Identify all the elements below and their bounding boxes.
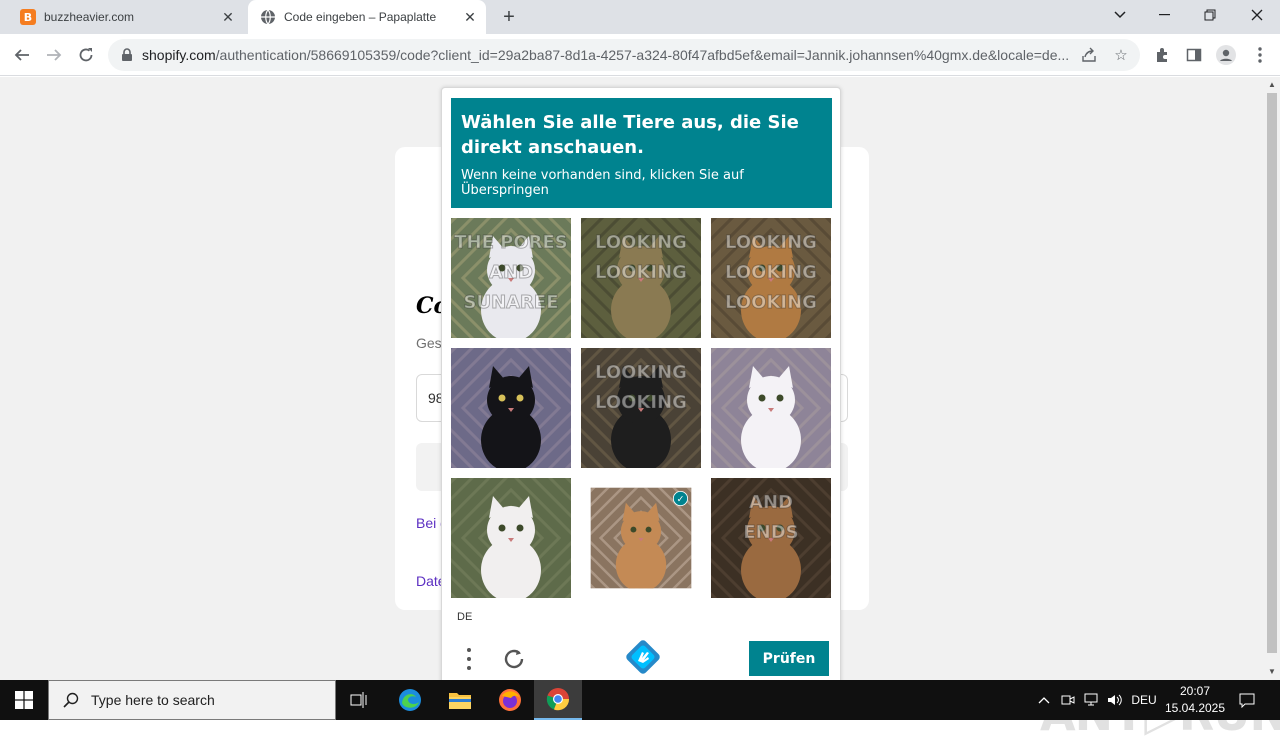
kebab-menu-icon[interactable]: [1250, 45, 1270, 65]
tile-overlay-text: LOOKING: [595, 232, 687, 253]
scroll-down-icon[interactable]: ▼: [1267, 667, 1277, 677]
close-icon[interactable]: ✕: [460, 7, 480, 27]
selected-check-icon: ✓: [672, 490, 689, 507]
network-icon[interactable]: [1082, 680, 1102, 720]
tab-title: buzzheavier.com: [44, 10, 135, 24]
search-placeholder: Type here to search: [91, 692, 215, 708]
tile-overlay-text: LOOKING: [725, 292, 817, 313]
tray-overflow-chevron-icon[interactable]: [1034, 680, 1054, 720]
scroll-thumb[interactable]: [1267, 93, 1277, 653]
clock-date: 15.04.2025: [1164, 701, 1226, 715]
tab-search-chevron-icon[interactable]: [1098, 0, 1142, 30]
firefox-icon[interactable]: [486, 680, 534, 720]
captcha-language[interactable]: DE: [457, 611, 472, 623]
url-text: shopify.com/authentication/58669105359/c…: [142, 47, 1070, 63]
captcha-tile-4[interactable]: [451, 348, 571, 468]
chrome-icon[interactable]: [534, 680, 582, 720]
meet-now-icon[interactable]: [1058, 680, 1078, 720]
tile-overlay-text: SUNAREE: [463, 292, 558, 313]
captcha-tile-3[interactable]: LOOKING LOOKING LOOKING: [711, 218, 831, 338]
page-subtitle: Ges: [416, 335, 442, 351]
tile-overlay-text: LOOKING: [595, 262, 687, 283]
profile-avatar-icon[interactable]: [1216, 45, 1236, 65]
search-icon: [63, 692, 79, 708]
share-icon[interactable]: [1080, 46, 1098, 64]
captcha-challenge: Wählen Sie alle Tiere aus, die Sie direk…: [441, 87, 841, 687]
close-icon[interactable]: ✕: [218, 7, 238, 27]
tile-overlay-text: LOOKING: [725, 232, 817, 253]
cat-image: [451, 478, 571, 598]
captcha-menu-icon[interactable]: [460, 645, 478, 673]
bookmark-star-icon[interactable]: ☆: [1112, 46, 1130, 64]
clock-time: 20:07: [1179, 684, 1211, 698]
windows-taskbar: Type here to search DEU 20:07 15.04.2025: [0, 680, 1280, 720]
captcha-prompt-title: Wählen Sie alle Tiere aus, die Sie direk…: [461, 112, 799, 158]
hcaptcha-logo-icon: [626, 640, 660, 674]
tile-overlay-text: AND: [749, 492, 793, 513]
forward-icon[interactable]: [40, 41, 68, 69]
buzzheavier-favicon-icon: B: [20, 9, 36, 25]
address-bar[interactable]: shopify.com/authentication/58669105359/c…: [108, 39, 1140, 71]
window-close-icon[interactable]: [1235, 0, 1279, 30]
cat-image: [451, 348, 571, 468]
extensions-icon[interactable]: [1152, 45, 1172, 65]
tab-code-eingeben[interactable]: Code eingeben – Papaplatte ✕: [248, 0, 486, 34]
cat-image: AND ENDS: [711, 478, 831, 598]
page-scrollbar[interactable]: ▲ ▼: [1264, 77, 1280, 680]
windows-start-icon[interactable]: [0, 680, 48, 720]
cat-image: THE PORES AND SUNAREE: [451, 218, 571, 338]
captcha-tile-8[interactable]: ✓: [590, 487, 692, 589]
task-view-icon[interactable]: [336, 680, 384, 720]
captcha-tile-6[interactable]: [711, 348, 831, 468]
captcha-tile-1[interactable]: THE PORES AND SUNAREE: [451, 218, 571, 338]
volume-icon[interactable]: [1104, 680, 1126, 720]
captcha-tile-9[interactable]: AND ENDS: [711, 478, 831, 598]
minimize-icon[interactable]: [1142, 0, 1186, 30]
tile-overlay-text: LOOKING: [595, 392, 687, 413]
side-panel-icon[interactable]: [1184, 45, 1204, 65]
cat-image: LOOKING LOOKING LOOKING: [711, 218, 831, 338]
cat-image: LOOKING LOOKING: [581, 348, 701, 468]
browser-toolbar: shopify.com/authentication/58669105359/c…: [0, 34, 1280, 76]
captcha-prompt: Wählen Sie alle Tiere aus, die Sie direk…: [451, 98, 832, 208]
tile-overlay-text: AND: [489, 262, 533, 283]
tile-overlay-text: ENDS: [743, 522, 798, 543]
tile-overlay-text: LOOKING: [595, 362, 687, 383]
notifications-icon[interactable]: [1234, 680, 1260, 720]
captcha-tile-5[interactable]: LOOKING LOOKING: [581, 348, 701, 468]
lock-icon: [122, 48, 132, 61]
refresh-icon[interactable]: [500, 645, 528, 673]
globe-icon: [260, 9, 276, 25]
reload-icon[interactable]: [72, 41, 100, 69]
restore-icon[interactable]: [1188, 0, 1232, 30]
new-tab-icon[interactable]: +: [496, 5, 522, 29]
input-language[interactable]: DEU: [1128, 680, 1160, 720]
taskbar-clock[interactable]: 20:07 15.04.2025: [1160, 683, 1230, 717]
cat-image: LOOKING LOOKING: [581, 218, 701, 338]
captcha-submit-button[interactable]: Prüfen: [749, 641, 829, 676]
file-explorer-icon[interactable]: [436, 680, 484, 720]
scroll-up-icon[interactable]: ▲: [1267, 80, 1277, 90]
tab-buzzheavier[interactable]: B buzzheavier.com ✕: [8, 0, 244, 34]
tile-overlay-text: LOOKING: [725, 262, 817, 283]
tab-bar: B buzzheavier.com ✕ Code eingeben – Papa…: [0, 0, 1280, 34]
tile-overlay-text: THE PORES: [454, 232, 568, 253]
tab-title: Code eingeben – Papaplatte: [284, 10, 437, 24]
captcha-tile-7[interactable]: [451, 478, 571, 598]
captcha-prompt-subtitle: Wenn keine vorhanden sind, klicken Sie a…: [461, 168, 744, 198]
captcha-tile-2[interactable]: LOOKING LOOKING: [581, 218, 701, 338]
taskbar-search-box[interactable]: Type here to search: [48, 680, 336, 720]
back-icon[interactable]: [8, 41, 36, 69]
cat-image: [711, 348, 831, 468]
edge-browser-icon[interactable]: [386, 680, 434, 720]
